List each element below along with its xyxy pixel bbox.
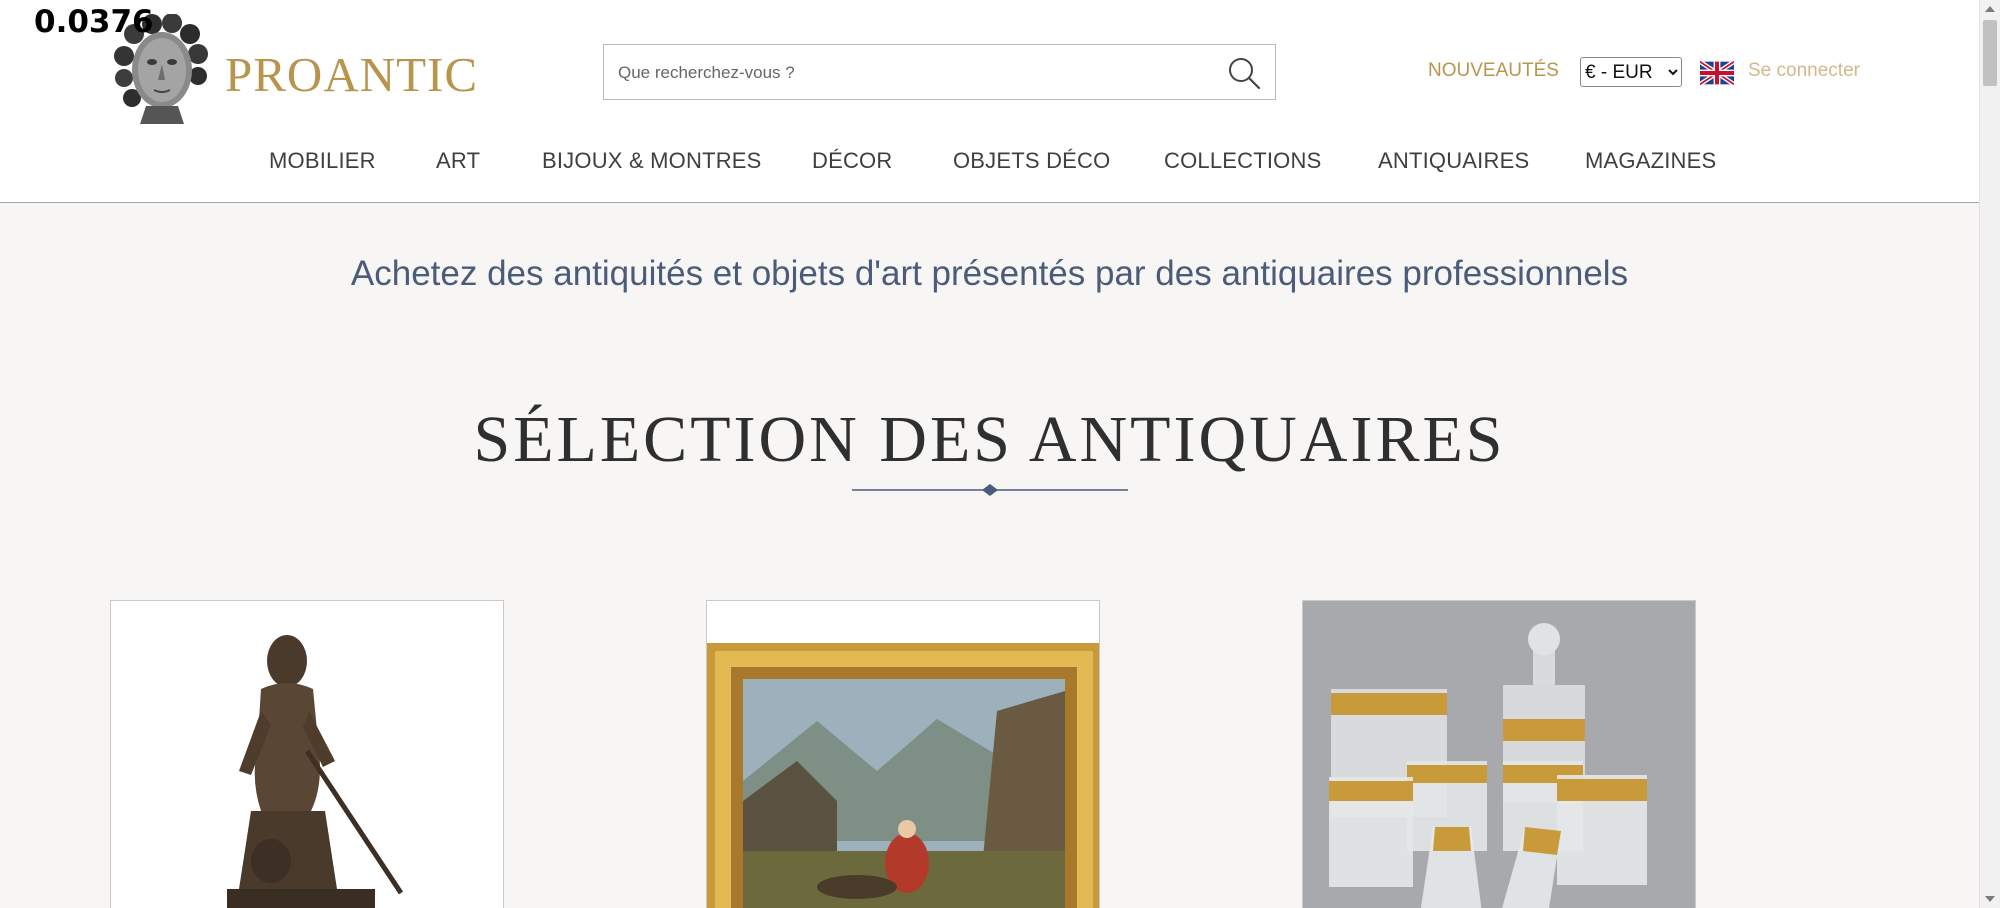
product-card[interactable] <box>110 600 504 908</box>
uk-flag-icon[interactable] <box>1700 61 1734 85</box>
gilded-crystal-glassware-image <box>1303 601 1695 908</box>
nav-item-bijoux-montres[interactable]: BIJOUX & MONTRES <box>542 148 762 174</box>
login-link[interactable]: Se connecter <box>1748 60 1860 82</box>
tagline: Achetez des antiquités et objets d'art p… <box>350 254 1629 293</box>
vertical-scrollbar[interactable] <box>1979 0 2000 908</box>
search-input[interactable] <box>616 45 1220 101</box>
product-card[interactable] <box>1302 600 1696 908</box>
section-title: SÉLECTION DES ANTIQUAIRES <box>473 403 1506 476</box>
nav-item-mobilier[interactable]: MOBILIER <box>269 148 376 174</box>
title-divider <box>852 484 1128 496</box>
scroll-up-icon[interactable] <box>1985 6 1995 12</box>
search-icon[interactable] <box>1227 56 1261 90</box>
debug-label: 0.0376 <box>34 4 154 40</box>
nav-item-antiquaires[interactable]: ANTIQUAIRES <box>1378 148 1529 174</box>
nav-item-art[interactable]: ART <box>436 148 480 174</box>
product-card[interactable] <box>706 600 1100 908</box>
currency-select[interactable]: € - EUR <box>1580 57 1682 87</box>
brand-name[interactable]: PROANTIC <box>225 46 478 103</box>
scroll-down-icon[interactable] <box>1985 896 1995 902</box>
nav-item-decor[interactable]: DÉCOR <box>812 148 892 174</box>
page: 0.0376 PROANTIC Que recherchez-vous ? NO… <box>0 0 1979 908</box>
new-arrivals-link[interactable]: NOUVEAUTÉS <box>1428 60 1559 82</box>
gilt-framed-painting-image <box>707 601 1099 908</box>
scroll-thumb[interactable] <box>1983 20 1997 86</box>
nav-item-magazines[interactable]: MAGAZINES <box>1585 148 1716 174</box>
nav-item-collections[interactable]: COLLECTIONS <box>1164 148 1321 174</box>
nav-item-objets-deco[interactable]: OBJETS DÉCO <box>953 148 1110 174</box>
site-header: PROANTIC NOUVEAUTÉS € - EUR Se connecter… <box>0 0 1979 203</box>
search-bar <box>603 44 1276 101</box>
main-nav: MOBILIER ART BIJOUX & MONTRES DÉCOR OBJE… <box>0 148 1979 178</box>
bronze-statue-image <box>111 601 503 908</box>
